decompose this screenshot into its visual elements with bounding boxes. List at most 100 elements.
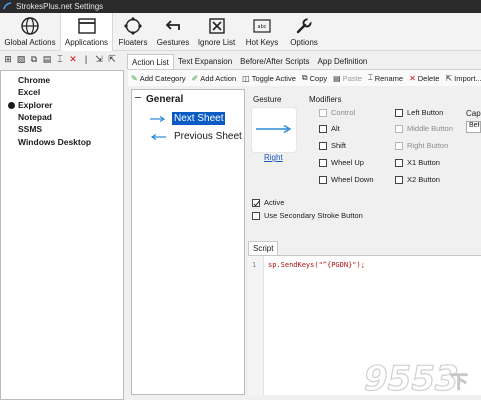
- secondary-stroke-checkbox[interactable]: Use Secondary Stroke Button: [252, 211, 363, 220]
- import-label: Import...: [454, 73, 481, 83]
- add-action-icon: ✐: [191, 73, 199, 83]
- action-name: Next Sheet: [172, 112, 226, 125]
- export-app-icon[interactable]: ⇲: [93, 53, 105, 65]
- app-tabs: Action List Text Expansion Before/After …: [127, 54, 371, 69]
- right-button-checkbox[interactable]: Right Button: [395, 141, 448, 150]
- checkbox-box: [395, 124, 403, 133]
- app-item-chrome[interactable]: Chrome: [4, 74, 123, 86]
- copy-app-icon[interactable]: ⧉: [28, 53, 40, 65]
- paste-app-icon[interactable]: ▤: [41, 53, 53, 65]
- wheel-down-checkbox[interactable]: Wheel Down: [319, 175, 374, 184]
- gesture-name-link[interactable]: Right: [264, 153, 283, 162]
- applications-button[interactable]: Applications: [60, 13, 113, 51]
- delete-icon: ✕: [409, 73, 416, 83]
- applications-label: Applications: [64, 38, 109, 47]
- tab-action-list[interactable]: Action List: [127, 54, 174, 69]
- keyboard-icon: abc: [253, 19, 271, 33]
- tab-script[interactable]: Script: [248, 241, 279, 255]
- floater-icon: [124, 17, 142, 35]
- line-number: 1: [252, 261, 257, 269]
- applications-panel: ⊞ ▧ ⧉ ▤ ⌶ ✕ | ⇲ ⇱ Chrome Excel Explorer …: [0, 51, 127, 400]
- rename-icon: ⌶: [367, 73, 373, 82]
- left-button-checkbox[interactable]: Left Button: [395, 108, 443, 117]
- checkbox-box: [319, 175, 327, 184]
- import-app-icon[interactable]: ⇱: [106, 53, 118, 65]
- app-logo-icon: [3, 2, 12, 10]
- category-general[interactable]: General: [146, 94, 183, 105]
- middle-button-checkbox[interactable]: Middle Button: [395, 124, 453, 133]
- modifiers-group-label: Modifiers: [309, 95, 342, 104]
- script-code[interactable]: sp.SendKeys("^{PGDN}");: [268, 261, 365, 269]
- svg-text:abc: abc: [258, 24, 267, 30]
- tab-before-after-scripts[interactable]: Before/After Scripts: [236, 54, 313, 69]
- delete-button[interactable]: ✕ Delete: [407, 74, 441, 83]
- app-item-windows-desktop[interactable]: Windows Desktop: [4, 135, 123, 147]
- window-title: StrokesPlus.net Settings: [16, 2, 104, 11]
- checkbox-box: [395, 108, 403, 117]
- app-item-label: Explorer: [18, 99, 53, 110]
- copy-icon: ⧉: [301, 73, 308, 82]
- checkbox-box: [395, 175, 403, 184]
- app-item-explorer[interactable]: Explorer: [4, 99, 123, 111]
- paste-label: Paste: [342, 73, 362, 83]
- rename-button[interactable]: ⌶ Rename: [366, 73, 405, 83]
- app-item-ssms[interactable]: SSMS: [4, 123, 123, 135]
- gesture-preview[interactable]: [252, 108, 296, 152]
- right-button-label: Right Button: [407, 141, 449, 150]
- ignore-list-button[interactable]: Ignore List: [193, 13, 240, 51]
- site-watermark-logo: 9553 下: [363, 358, 468, 398]
- hot-keys-button[interactable]: abc Hot Keys: [240, 13, 284, 51]
- wheel-up-label: Wheel Up: [331, 158, 364, 167]
- copy-label: Copy: [309, 73, 328, 83]
- app-item-label: Notepad: [18, 112, 52, 123]
- add-category-button[interactable]: ✎ Add Category: [129, 74, 188, 83]
- checkbox-box: [252, 211, 260, 220]
- rename-label: Rename: [374, 73, 404, 83]
- wheel-up-checkbox[interactable]: Wheel Up: [319, 158, 364, 167]
- app-item-notepad[interactable]: Notepad: [4, 111, 123, 123]
- options-label: Options: [290, 38, 318, 47]
- action-previous-sheet[interactable]: Previous Sheet: [150, 129, 244, 144]
- toggle-active-button[interactable]: ◫ Toggle Active: [240, 74, 298, 83]
- secondary-stroke-label: Use Secondary Stroke Button: [264, 211, 363, 220]
- add-app-icon[interactable]: ⊞: [2, 53, 14, 65]
- floaters-button[interactable]: Floaters: [113, 13, 153, 51]
- active-bullet-icon: [8, 101, 15, 109]
- toggle-icon: ◫: [242, 73, 250, 83]
- rename-app-icon[interactable]: ⌶: [54, 53, 66, 65]
- ignore-list-label: Ignore List: [197, 38, 236, 47]
- checkbox-box: [252, 198, 260, 207]
- action-tree[interactable]: General Next Sheet Previous Sheet: [131, 89, 245, 395]
- middle-button-label: Middle Button: [407, 124, 453, 133]
- right-arrow-icon: [150, 115, 166, 122]
- add-action-button[interactable]: ✐ Add Action: [190, 74, 239, 83]
- alt-checkbox[interactable]: Alt: [319, 124, 340, 133]
- edit-app-icon[interactable]: ▧: [15, 53, 27, 65]
- action-next-sheet[interactable]: Next Sheet: [150, 111, 226, 126]
- separator-icon: |: [84, 54, 88, 64]
- paste-button[interactable]: ▤ Paste: [331, 74, 364, 83]
- gesture-right-arrow-icon: [256, 124, 292, 134]
- delete-app-icon[interactable]: ✕: [67, 53, 79, 65]
- collapse-icon[interactable]: [135, 97, 141, 98]
- active-label: Active: [264, 198, 285, 207]
- tab-text-expansion[interactable]: Text Expansion: [174, 54, 236, 69]
- x1-button-checkbox[interactable]: X1 Button: [395, 158, 440, 167]
- control-checkbox[interactable]: Control: [319, 108, 355, 117]
- add-category-icon: ✎: [131, 73, 138, 83]
- capture-select[interactable]: Befo: [466, 121, 481, 133]
- gestures-label: Gestures: [156, 38, 190, 47]
- shift-checkbox[interactable]: Shift: [319, 141, 346, 150]
- options-button[interactable]: Options: [284, 13, 324, 51]
- checkbox-box: [395, 141, 403, 150]
- global-actions-button[interactable]: Global Actions: [0, 13, 60, 51]
- applications-list[interactable]: Chrome Excel Explorer Notepad SSMS Windo…: [0, 70, 124, 400]
- tab-app-definition[interactable]: App Definition: [314, 54, 372, 69]
- active-checkbox[interactable]: Active: [252, 198, 284, 207]
- app-item-excel[interactable]: Excel: [4, 86, 123, 98]
- import-button[interactable]: ⇱ Import...: [443, 74, 481, 83]
- gestures-button[interactable]: Gestures: [153, 13, 193, 51]
- x2-button-checkbox[interactable]: X2 Button: [395, 175, 440, 184]
- copy-button[interactable]: ⧉ Copy: [300, 73, 329, 83]
- app-item-label: SSMS: [18, 124, 43, 135]
